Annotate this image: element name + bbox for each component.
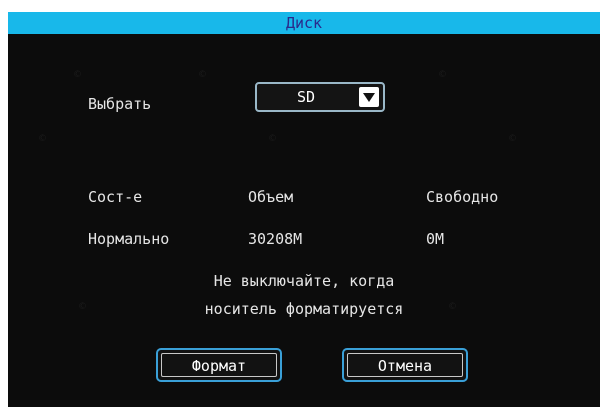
column-header-free: Свободно bbox=[426, 188, 499, 206]
window-title: Диск bbox=[285, 14, 323, 32]
capacity-value: 30208M bbox=[248, 230, 303, 248]
column-header-status: Сост-е bbox=[88, 188, 143, 206]
warning-line-1: Не выключайте, когда bbox=[213, 272, 395, 290]
title-bar: Диск bbox=[8, 12, 600, 34]
storage-select[interactable]: SD bbox=[255, 82, 385, 112]
watermark: © bbox=[38, 134, 48, 144]
free-value: 0M bbox=[426, 230, 445, 248]
column-header-capacity: Объем bbox=[248, 188, 294, 206]
cancel-button[interactable]: Отмена bbox=[342, 348, 468, 382]
watermark: © bbox=[438, 70, 448, 80]
watermark: © bbox=[268, 134, 278, 144]
storage-select-value: SD bbox=[296, 88, 316, 106]
disk-dialog: Диск © © © © © © © © Выбрать SD Сост-е О… bbox=[8, 12, 600, 407]
cancel-button-label: Отмена bbox=[347, 353, 463, 377]
status-value: Нормально bbox=[88, 230, 170, 248]
chevron-down-icon[interactable] bbox=[359, 87, 379, 107]
watermark: © bbox=[508, 134, 518, 144]
watermark: © bbox=[73, 70, 83, 80]
format-button[interactable]: Формат bbox=[156, 348, 282, 382]
watermark: © bbox=[198, 70, 208, 80]
select-label: Выбрать bbox=[88, 95, 152, 113]
format-button-label: Формат bbox=[161, 353, 277, 377]
warning-line-2: носитель форматируется bbox=[204, 300, 404, 318]
